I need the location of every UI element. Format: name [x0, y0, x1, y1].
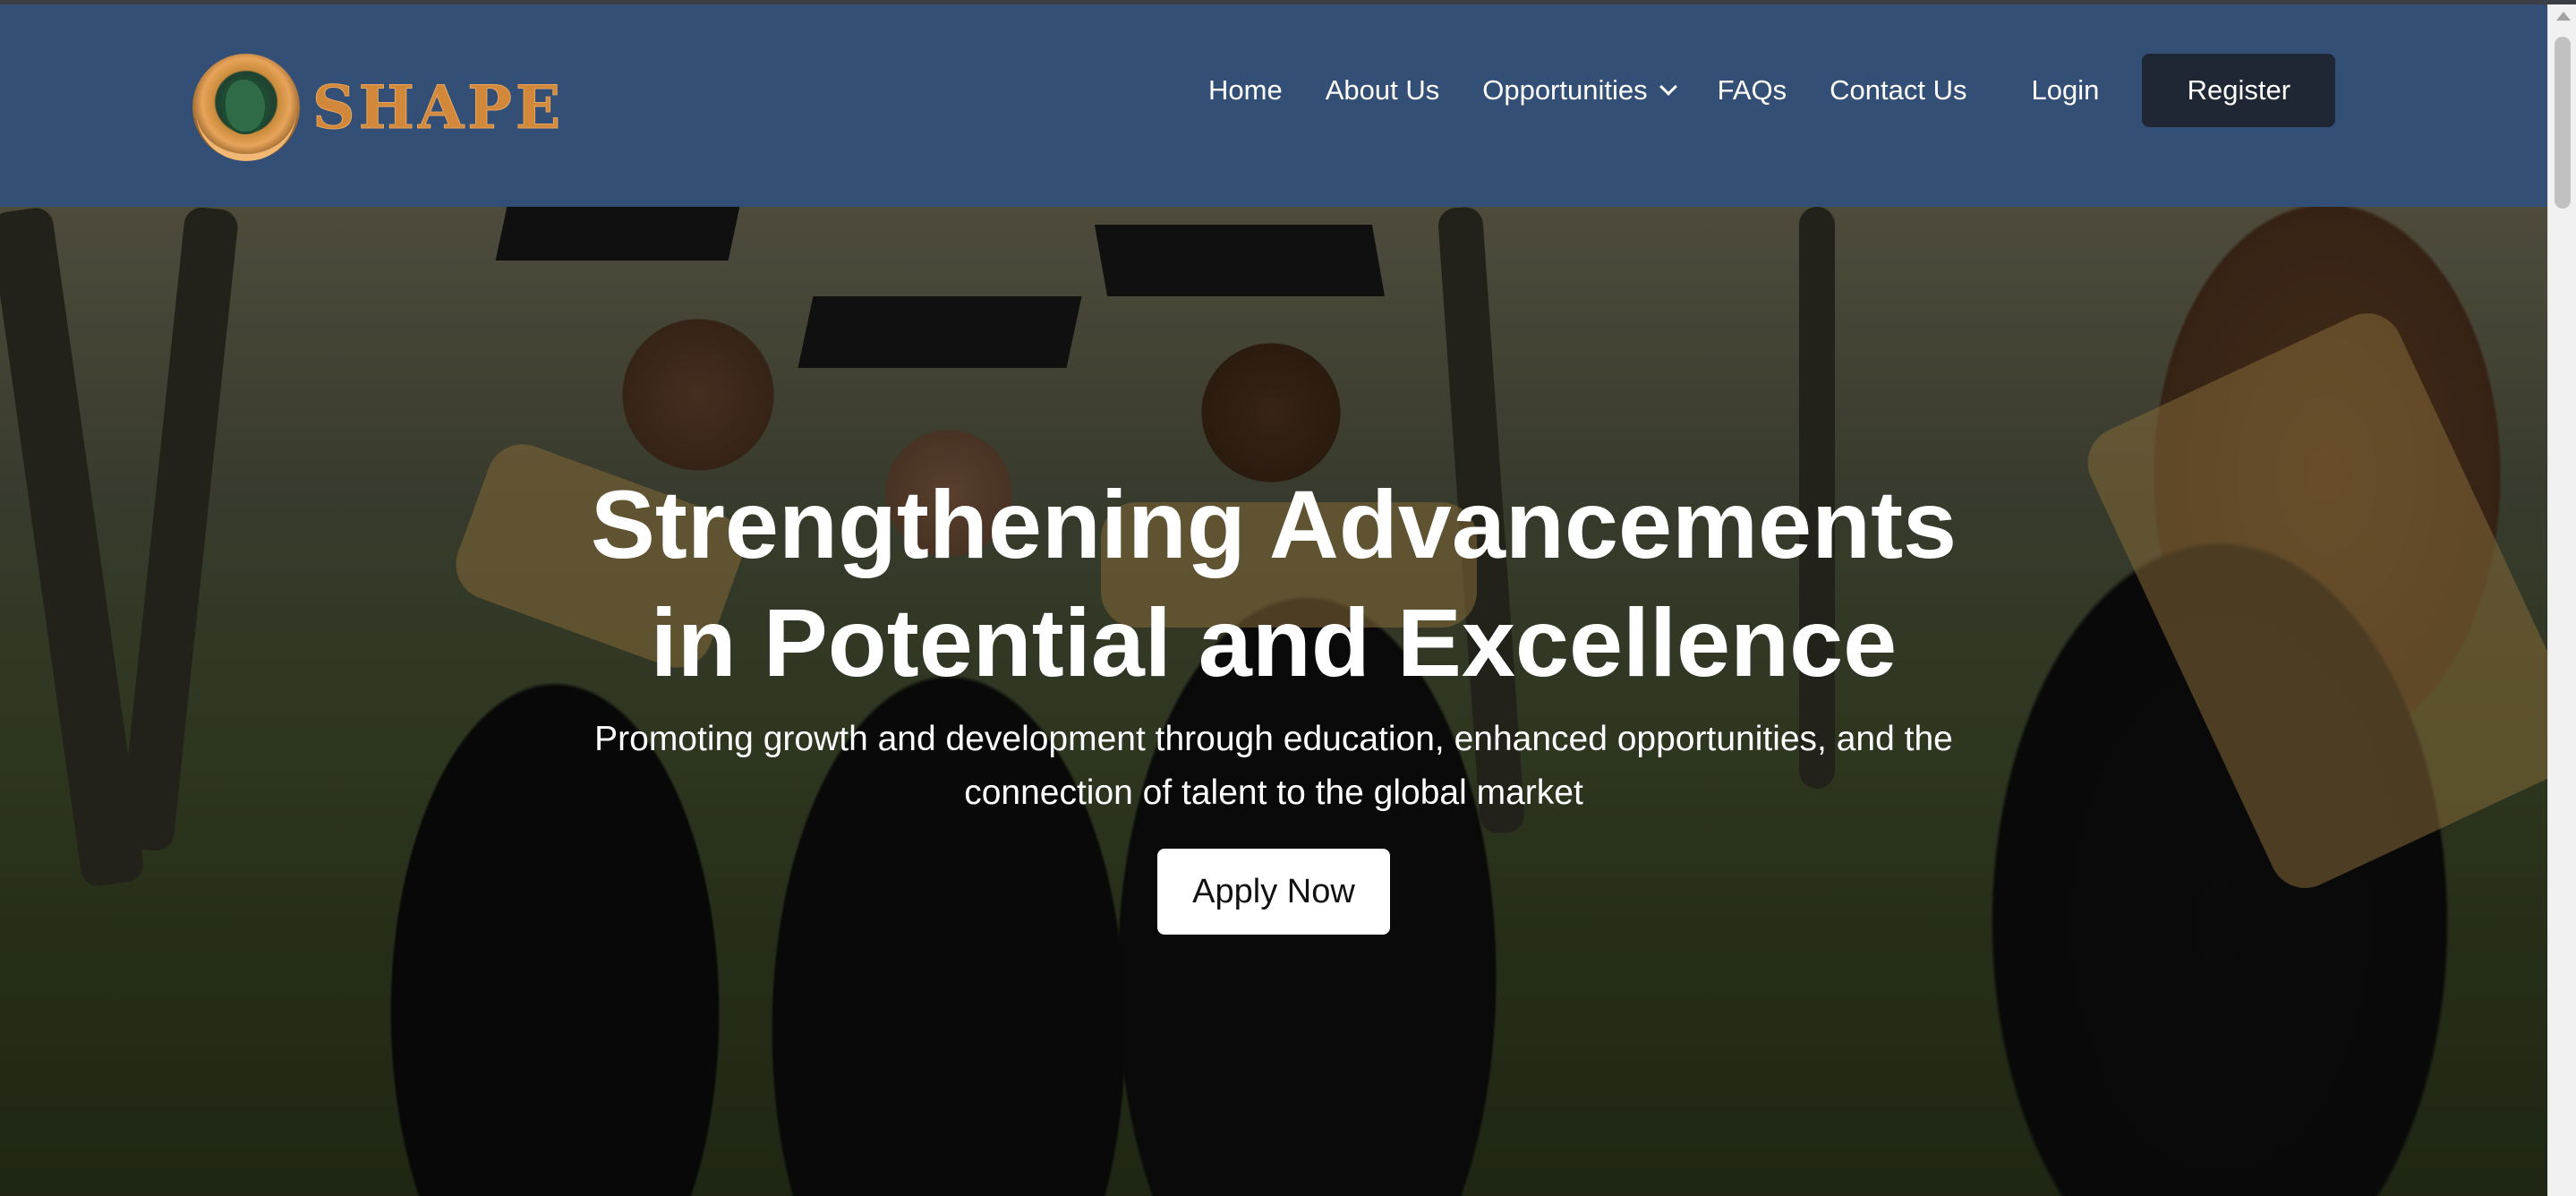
nav-link-contact-us[interactable]: Contact Us: [1830, 74, 1966, 107]
hero-title-line-2: in Potential and Excellence: [650, 588, 1898, 696]
login-link[interactable]: Login: [2031, 74, 2099, 107]
brand-logo[interactable]: SHAPE: [192, 54, 564, 161]
hero-section: Strengthening Advancements in Potential …: [0, 207, 2547, 1196]
africa-globe-logo-icon: [192, 54, 300, 161]
hero-subtitle-line-2: connection of talent to the global marke…: [964, 773, 1583, 812]
chevron-down-icon: [1659, 78, 1677, 96]
nav-link-label: Opportunities: [1482, 74, 1648, 106]
hero-subtitle-line-1: Promoting growth and development through…: [594, 720, 1953, 758]
page: SHAPE Home About Us Opportunities FAQs C…: [0, 0, 2576, 1196]
nav-link-label: FAQs: [1717, 74, 1787, 106]
brand-name: SHAPE: [311, 73, 565, 143]
nav-link-label: Contact Us: [1830, 74, 1967, 106]
nav-link-label: Home: [1208, 74, 1283, 106]
hero-title-line-1: Strengthening Advancements: [590, 470, 1958, 578]
main-navigation: Home About Us Opportunities FAQs Contact…: [1208, 54, 2336, 127]
nav-dropdown-opportunities[interactable]: Opportunities: [1482, 74, 1677, 107]
login-label: Login: [2031, 74, 2100, 106]
site-header: SHAPE Home About Us Opportunities FAQs C…: [0, 4, 2547, 207]
nav-link-home[interactable]: Home: [1208, 74, 1283, 107]
scrollbar-thumb[interactable]: [2555, 37, 2571, 209]
register-button[interactable]: Register: [2142, 54, 2336, 127]
apply-now-button[interactable]: Apply Now: [1157, 849, 1390, 935]
nav-link-about-us[interactable]: About Us: [1326, 74, 1440, 107]
vertical-scrollbar[interactable]: [2547, 4, 2576, 1196]
hero-subtitle: Promoting growth and development through…: [555, 713, 1992, 820]
nav-link-faqs[interactable]: FAQs: [1718, 74, 1787, 107]
hero-title: Strengthening Advancements in Potential …: [0, 466, 2547, 702]
scroll-up-arrow-icon[interactable]: [2556, 12, 2571, 21]
nav-link-label: About Us: [1325, 74, 1440, 106]
